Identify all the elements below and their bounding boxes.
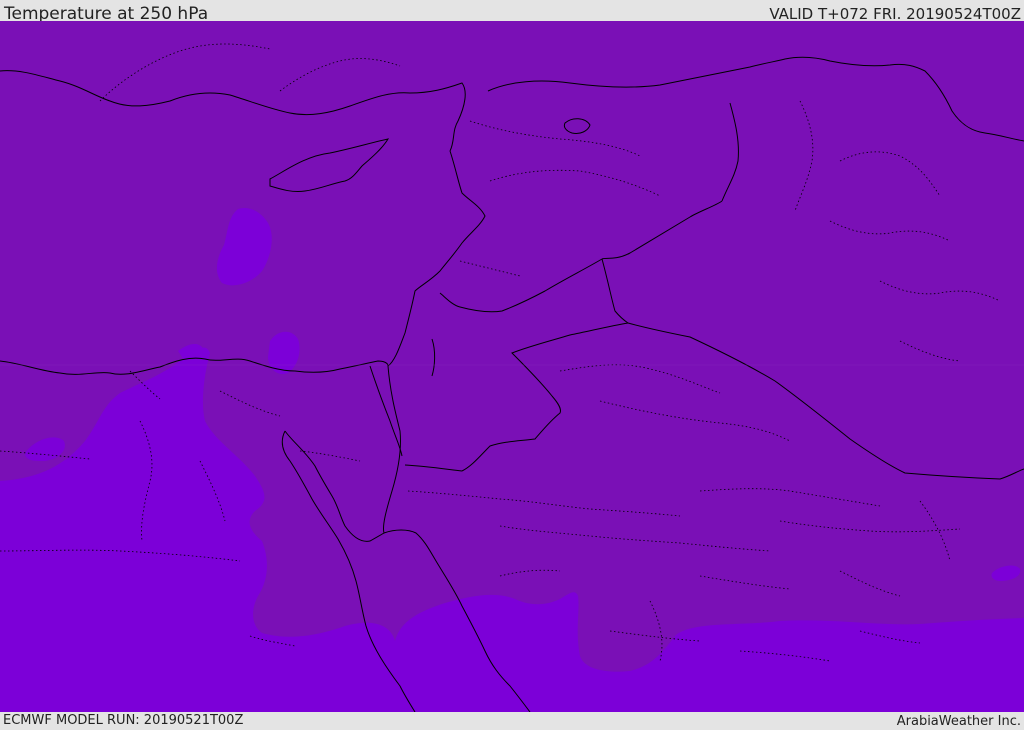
model-run-label: ECMWF MODEL RUN: 20190521T00Z	[3, 713, 244, 728]
map-footer: ECMWF MODEL RUN: 20190521T00Z ArabiaWeat…	[0, 712, 1024, 729]
map-header: Temperature at 250 hPa VALID T+072 FRI. …	[0, 0, 1024, 24]
credit-label: ArabiaWeather Inc.	[896, 714, 1021, 729]
temperature-map[interactable]	[0, 21, 1024, 712]
